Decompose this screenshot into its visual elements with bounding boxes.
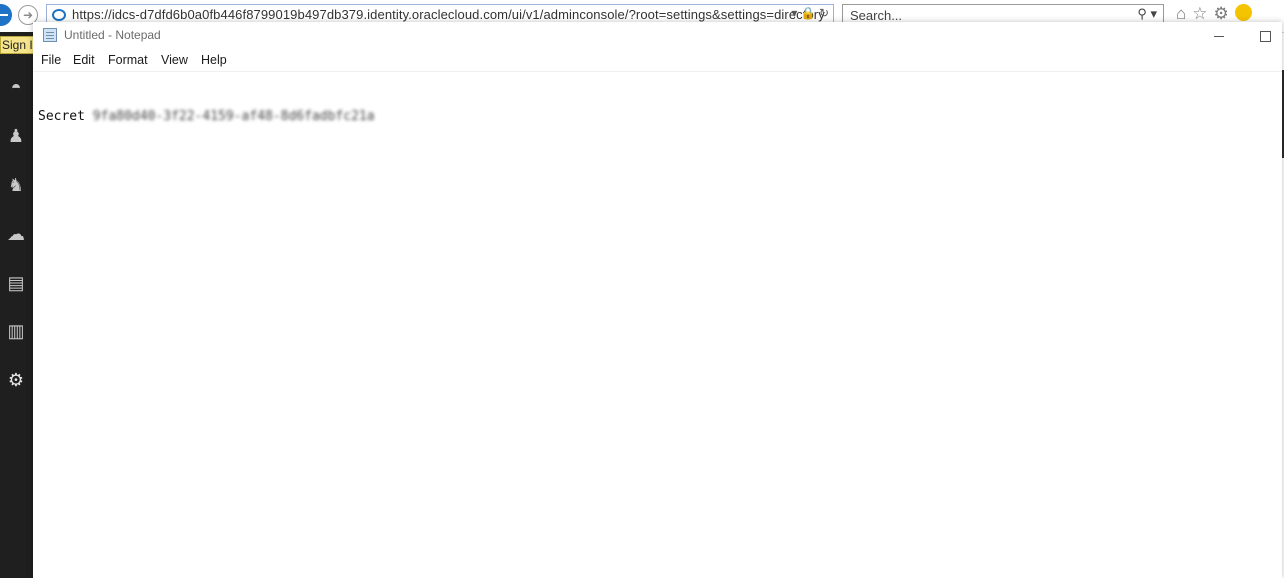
dashboard-icon[interactable]: ◓	[4, 75, 28, 99]
address-url[interactable]: https://idcs-d7dfd6b0a0fb446f8799019b497…	[72, 7, 825, 22]
sign-in-tab[interactable]: Sign In	[0, 36, 34, 54]
cloud-icon[interactable]: ☁	[4, 222, 28, 246]
text-editor-area[interactable]: Secret 9fa80d40-3f22-4159-af48-8d6fadbfc…	[33, 72, 1282, 578]
secret-label: Secret	[38, 109, 85, 124]
menu-bar: File Edit Format View Help	[33, 50, 1282, 72]
secret-value: 9fa80d40-3f22-4159-af48-8d6fadbfc21a	[92, 109, 375, 124]
menu-format[interactable]: Format	[108, 53, 148, 67]
editor-text-line: Secret 9fa80d40-3f22-4159-af48-8d6fadbfc…	[38, 109, 375, 124]
back-button[interactable]	[0, 4, 12, 26]
home-icon[interactable]: ⌂	[1176, 4, 1192, 23]
groups-icon[interactable]: ♞	[4, 173, 28, 197]
browser-toolbar-icons: ⌂☆⚙	[1176, 4, 1252, 24]
favorites-star-icon[interactable]: ☆	[1192, 4, 1213, 23]
settings-gear-icon[interactable]: ⚙	[4, 368, 28, 392]
window-title: Untitled - Notepad	[64, 28, 161, 42]
search-placeholder: Search...	[850, 8, 903, 23]
user-icon[interactable]: ♟	[4, 124, 28, 148]
search-icon[interactable]: ⚲ ▾	[1137, 6, 1157, 22]
address-actions[interactable]: ▾ 🔒 ↻	[791, 6, 829, 20]
menu-file[interactable]: File	[41, 53, 61, 67]
menu-edit[interactable]: Edit	[73, 53, 95, 67]
notepad-window: Untitled - Notepad File Edit Format View…	[33, 22, 1282, 578]
notepad-app-icon	[43, 28, 57, 42]
minimize-icon	[1214, 35, 1224, 37]
settings-gear-icon[interactable]: ⚙	[1214, 4, 1235, 23]
ie-page-icon	[52, 9, 66, 21]
menu-help[interactable]: Help	[201, 53, 227, 67]
minimize-button[interactable]	[1196, 22, 1242, 48]
reports-icon[interactable]: ▥	[4, 319, 28, 343]
admin-console-nav-rail: ◓ ♟ ♞ ☁ ▤ ▥ ⚙	[0, 32, 33, 578]
notepad-titlebar[interactable]: Untitled - Notepad	[33, 22, 1282, 48]
maximize-icon	[1259, 30, 1271, 42]
maximize-button[interactable]	[1242, 22, 1284, 48]
applications-icon[interactable]: ▤	[4, 271, 28, 295]
feedback-smiley-icon[interactable]	[1234, 4, 1252, 21]
menu-view[interactable]: View	[161, 53, 188, 67]
